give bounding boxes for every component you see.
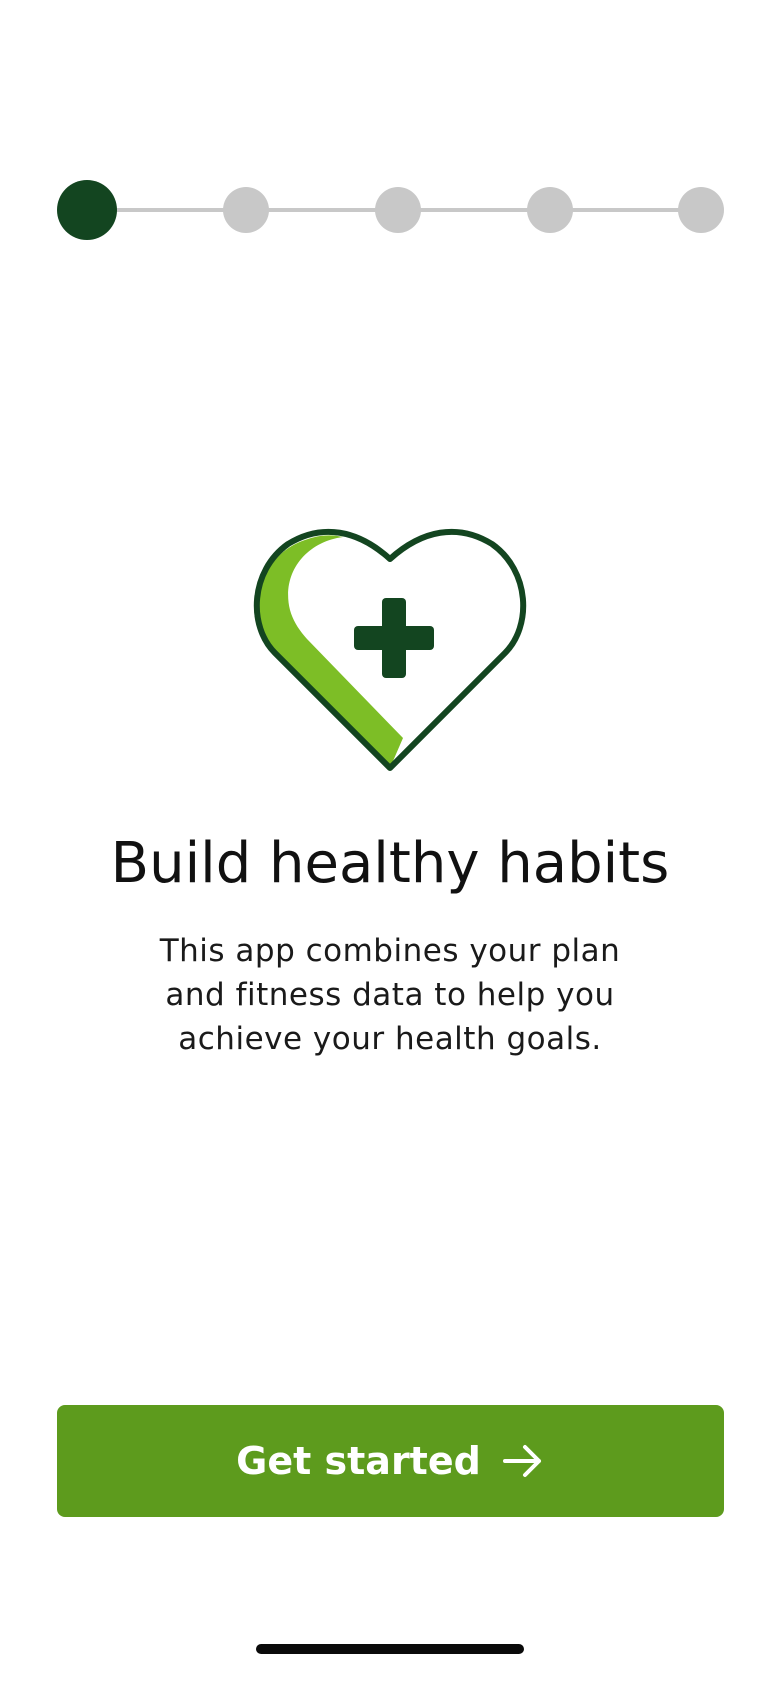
page-title: Build healthy habits	[110, 831, 670, 896]
onboarding-progress-stepper	[57, 180, 724, 240]
step-indicator-4	[527, 187, 573, 233]
get-started-button[interactable]: Get started	[57, 1405, 724, 1517]
step-indicator-1-active	[57, 180, 117, 240]
arrow-right-icon	[502, 1445, 541, 1477]
step-indicator-5	[678, 187, 724, 233]
heart-plus-icon	[253, 528, 527, 771]
get-started-label: Get started	[236, 1439, 481, 1483]
page-description: This app combines your plan and fitness …	[159, 933, 621, 1057]
step-indicator-3	[375, 187, 421, 233]
step-indicator-2	[223, 187, 269, 233]
home-indicator[interactable]	[256, 1644, 524, 1654]
